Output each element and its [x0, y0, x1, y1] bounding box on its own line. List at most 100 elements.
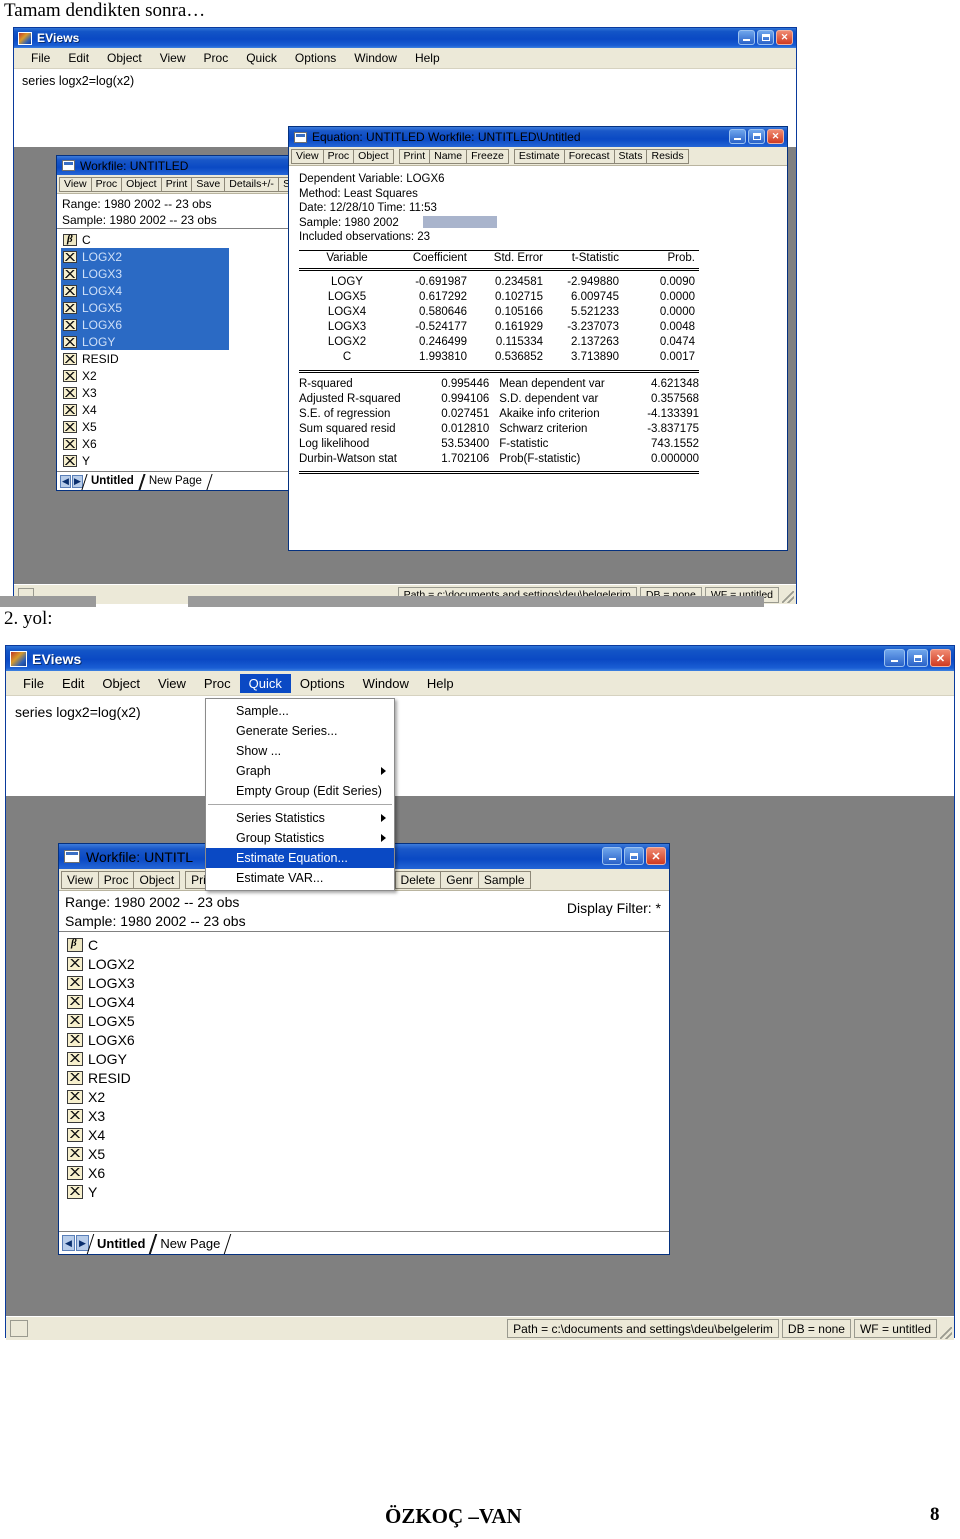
wf1-btn-save[interactable]: Save: [191, 176, 226, 192]
list-item[interactable]: LOGX6: [61, 316, 229, 333]
menu-proc[interactable]: Proc: [195, 49, 238, 67]
maximize-icon[interactable]: [748, 129, 765, 144]
close-icon[interactable]: ✕: [776, 30, 793, 45]
list-item[interactable]: LOGY: [65, 1049, 669, 1068]
menu-help[interactable]: Help: [418, 674, 463, 693]
menu-item-estimate-var[interactable]: Estimate VAR...: [206, 868, 394, 888]
list-item[interactable]: X4: [61, 401, 288, 418]
resize-grip-icon[interactable]: [940, 1327, 952, 1339]
eq-btn-estimate[interactable]: Estimate: [513, 148, 565, 164]
list-item[interactable]: LOGX2: [61, 248, 229, 265]
list-item[interactable]: X5: [61, 418, 288, 435]
list-item[interactable]: C: [61, 231, 288, 248]
menu-help[interactable]: Help: [406, 49, 449, 67]
list-item[interactable]: RESID: [65, 1068, 669, 1087]
list-item[interactable]: LOGX4: [65, 992, 669, 1011]
resize-grip-icon[interactable]: [782, 591, 794, 603]
menu-item-graph[interactable]: Graph: [206, 761, 394, 781]
wf1-btn-print[interactable]: Print: [160, 176, 193, 192]
eq-btn-name[interactable]: Name: [429, 148, 468, 164]
wf2-btn-sample[interactable]: Sample: [477, 870, 531, 889]
menu-view[interactable]: View: [151, 49, 195, 67]
menu-proc[interactable]: Proc: [195, 674, 240, 693]
list-item[interactable]: X3: [65, 1106, 669, 1125]
workfile2-series-list[interactable]: C LOGX2 LOGX3 LOGX4 LOGX5 LOGX6 LOGY RES…: [59, 932, 669, 1201]
menu-item-generate-series[interactable]: Generate Series...: [206, 721, 394, 741]
menu-file[interactable]: File: [14, 674, 53, 693]
minimize-icon[interactable]: [738, 30, 755, 45]
wf2-btn-object[interactable]: Object: [133, 870, 181, 889]
menu-item-show[interactable]: Show ...: [206, 741, 394, 761]
menu-quick[interactable]: Quick: [237, 49, 286, 67]
close-icon[interactable]: ✕: [767, 129, 784, 144]
list-item[interactable]: X6: [65, 1163, 669, 1182]
list-item[interactable]: LOGX4: [61, 282, 229, 299]
list-item[interactable]: X2: [65, 1087, 669, 1106]
close-icon[interactable]: ✕: [646, 847, 666, 865]
minimize-icon[interactable]: [602, 847, 622, 865]
list-item[interactable]: X3: [61, 384, 288, 401]
window1-titlebar[interactable]: EViews ✕: [14, 28, 796, 48]
menu-options[interactable]: Options: [291, 674, 354, 693]
menu-window[interactable]: Window: [345, 49, 406, 67]
menu-quick[interactable]: Quick: [239, 673, 291, 693]
list-item[interactable]: X5: [65, 1144, 669, 1163]
menu-item-sample[interactable]: Sample...: [206, 701, 394, 721]
close-icon[interactable]: ✕: [930, 649, 951, 667]
next-page-icon[interactable]: ▶: [72, 474, 83, 488]
maximize-icon[interactable]: [624, 847, 644, 865]
list-item[interactable]: LOGX3: [65, 973, 669, 992]
list-item[interactable]: C: [65, 935, 669, 954]
equation-titlebar[interactable]: Equation: UNTITLED Workfile: UNTITLED\Un…: [289, 127, 787, 147]
wf1-btn-object[interactable]: Object: [121, 176, 162, 192]
next-page-icon[interactable]: ▶: [76, 1235, 89, 1251]
wf2-btn-proc[interactable]: Proc: [97, 870, 135, 889]
window2-command-area[interactable]: series logx2=log(x2): [6, 696, 954, 796]
prev-page-icon[interactable]: ◀: [60, 474, 71, 488]
wf1-btn-details[interactable]: Details+/-: [224, 176, 279, 192]
eq-btn-print[interactable]: Print: [398, 148, 431, 164]
wf2-btn-delete[interactable]: Delete: [394, 870, 442, 889]
list-item[interactable]: LOGY: [61, 333, 229, 350]
list-item[interactable]: X6: [61, 435, 288, 452]
list-item[interactable]: Y: [61, 452, 288, 469]
menu-window[interactable]: Window: [354, 674, 418, 693]
page-tab-untitled[interactable]: Untitled: [90, 1233, 153, 1254]
list-item[interactable]: LOGX2: [65, 954, 669, 973]
window2-titlebar[interactable]: EViews ✕: [6, 646, 954, 671]
menu-object[interactable]: Object: [98, 49, 151, 67]
prev-page-icon[interactable]: ◀: [62, 1235, 75, 1251]
list-item[interactable]: LOGX6: [65, 1030, 669, 1049]
wf2-btn-view[interactable]: View: [61, 870, 99, 889]
eq-btn-view[interactable]: View: [291, 148, 324, 164]
eq-btn-forecast[interactable]: Forecast: [563, 148, 615, 164]
page-tab-new-page[interactable]: New Page: [153, 1233, 228, 1254]
maximize-icon[interactable]: [907, 649, 928, 667]
maximize-icon[interactable]: [757, 30, 774, 45]
list-item[interactable]: Y: [65, 1182, 669, 1201]
wf1-btn-proc[interactable]: Proc: [90, 176, 123, 192]
menu-item-estimate-equation[interactable]: Estimate Equation...: [206, 848, 394, 868]
minimize-icon[interactable]: [884, 649, 905, 667]
list-item[interactable]: X2: [61, 367, 288, 384]
list-item[interactable]: X4: [65, 1125, 669, 1144]
wf2-btn-genr[interactable]: Genr: [440, 870, 479, 889]
menu-edit[interactable]: Edit: [53, 674, 93, 693]
menu-options[interactable]: Options: [286, 49, 345, 67]
list-item[interactable]: LOGX3: [61, 265, 229, 282]
list-item[interactable]: LOGX5: [65, 1011, 669, 1030]
page-tab-new-page[interactable]: New Page: [142, 473, 210, 490]
menu-object[interactable]: Object: [93, 674, 149, 693]
list-item[interactable]: RESID: [61, 350, 288, 367]
menu-item-group-statistics[interactable]: Group Statistics: [206, 828, 394, 848]
wf1-btn-view[interactable]: View: [59, 176, 92, 192]
menu-file[interactable]: File: [22, 49, 59, 67]
workfile1-series-list[interactable]: C LOGX2 LOGX3 LOGX4 LOGX5 LOGX6 LOGY RES…: [57, 229, 288, 469]
menu-view[interactable]: View: [149, 674, 195, 693]
workfile1-titlebar[interactable]: Workfile: UNTITLED: [57, 156, 288, 175]
menu-edit[interactable]: Edit: [59, 49, 98, 67]
eq-btn-stats[interactable]: Stats: [613, 148, 648, 164]
page-tab-untitled[interactable]: Untitled: [84, 473, 142, 490]
minimize-icon[interactable]: [729, 129, 746, 144]
eq-btn-resids[interactable]: Resids: [646, 148, 689, 164]
